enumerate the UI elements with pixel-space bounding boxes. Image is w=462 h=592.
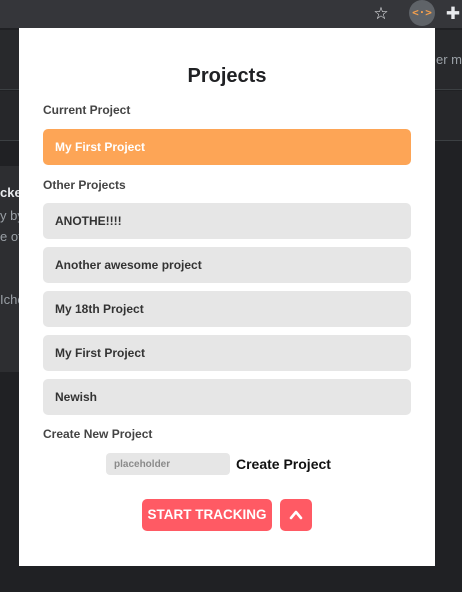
background-text: er mo — [436, 52, 462, 67]
project-item[interactable]: ANOTHE!!!! — [43, 203, 411, 239]
create-project-label: Create New Project — [43, 427, 153, 441]
extensions-puzzle-icon[interactable]: ✚ — [443, 3, 462, 25]
other-projects-label: Other Projects — [43, 178, 126, 192]
current-project-button[interactable]: My First Project — [43, 129, 411, 165]
bookmark-star-icon[interactable]: ☆ — [370, 3, 392, 25]
popup-title: Projects — [187, 65, 267, 87]
extension-icon[interactable]: <·> — [409, 0, 435, 26]
start-tracking-button[interactable]: START TRACKING — [142, 499, 272, 531]
project-item[interactable]: Another awesome project — [43, 247, 411, 283]
new-project-name-input[interactable] — [106, 453, 230, 475]
collapse-button[interactable] — [280, 499, 312, 531]
project-item[interactable]: Newish — [43, 379, 411, 415]
project-item[interactable]: My First Project — [43, 335, 411, 371]
project-item[interactable]: My 18th Project — [43, 291, 411, 327]
chevron-up-icon — [289, 510, 303, 520]
browser-toolbar: ☆ <·> ✚ — [0, 0, 462, 28]
extension-popup: Projects Current Project My First Projec… — [19, 28, 435, 566]
current-project-label: Current Project — [43, 103, 131, 117]
create-project-row: Create Project — [106, 453, 331, 475]
create-project-button[interactable]: Create Project — [236, 456, 331, 472]
